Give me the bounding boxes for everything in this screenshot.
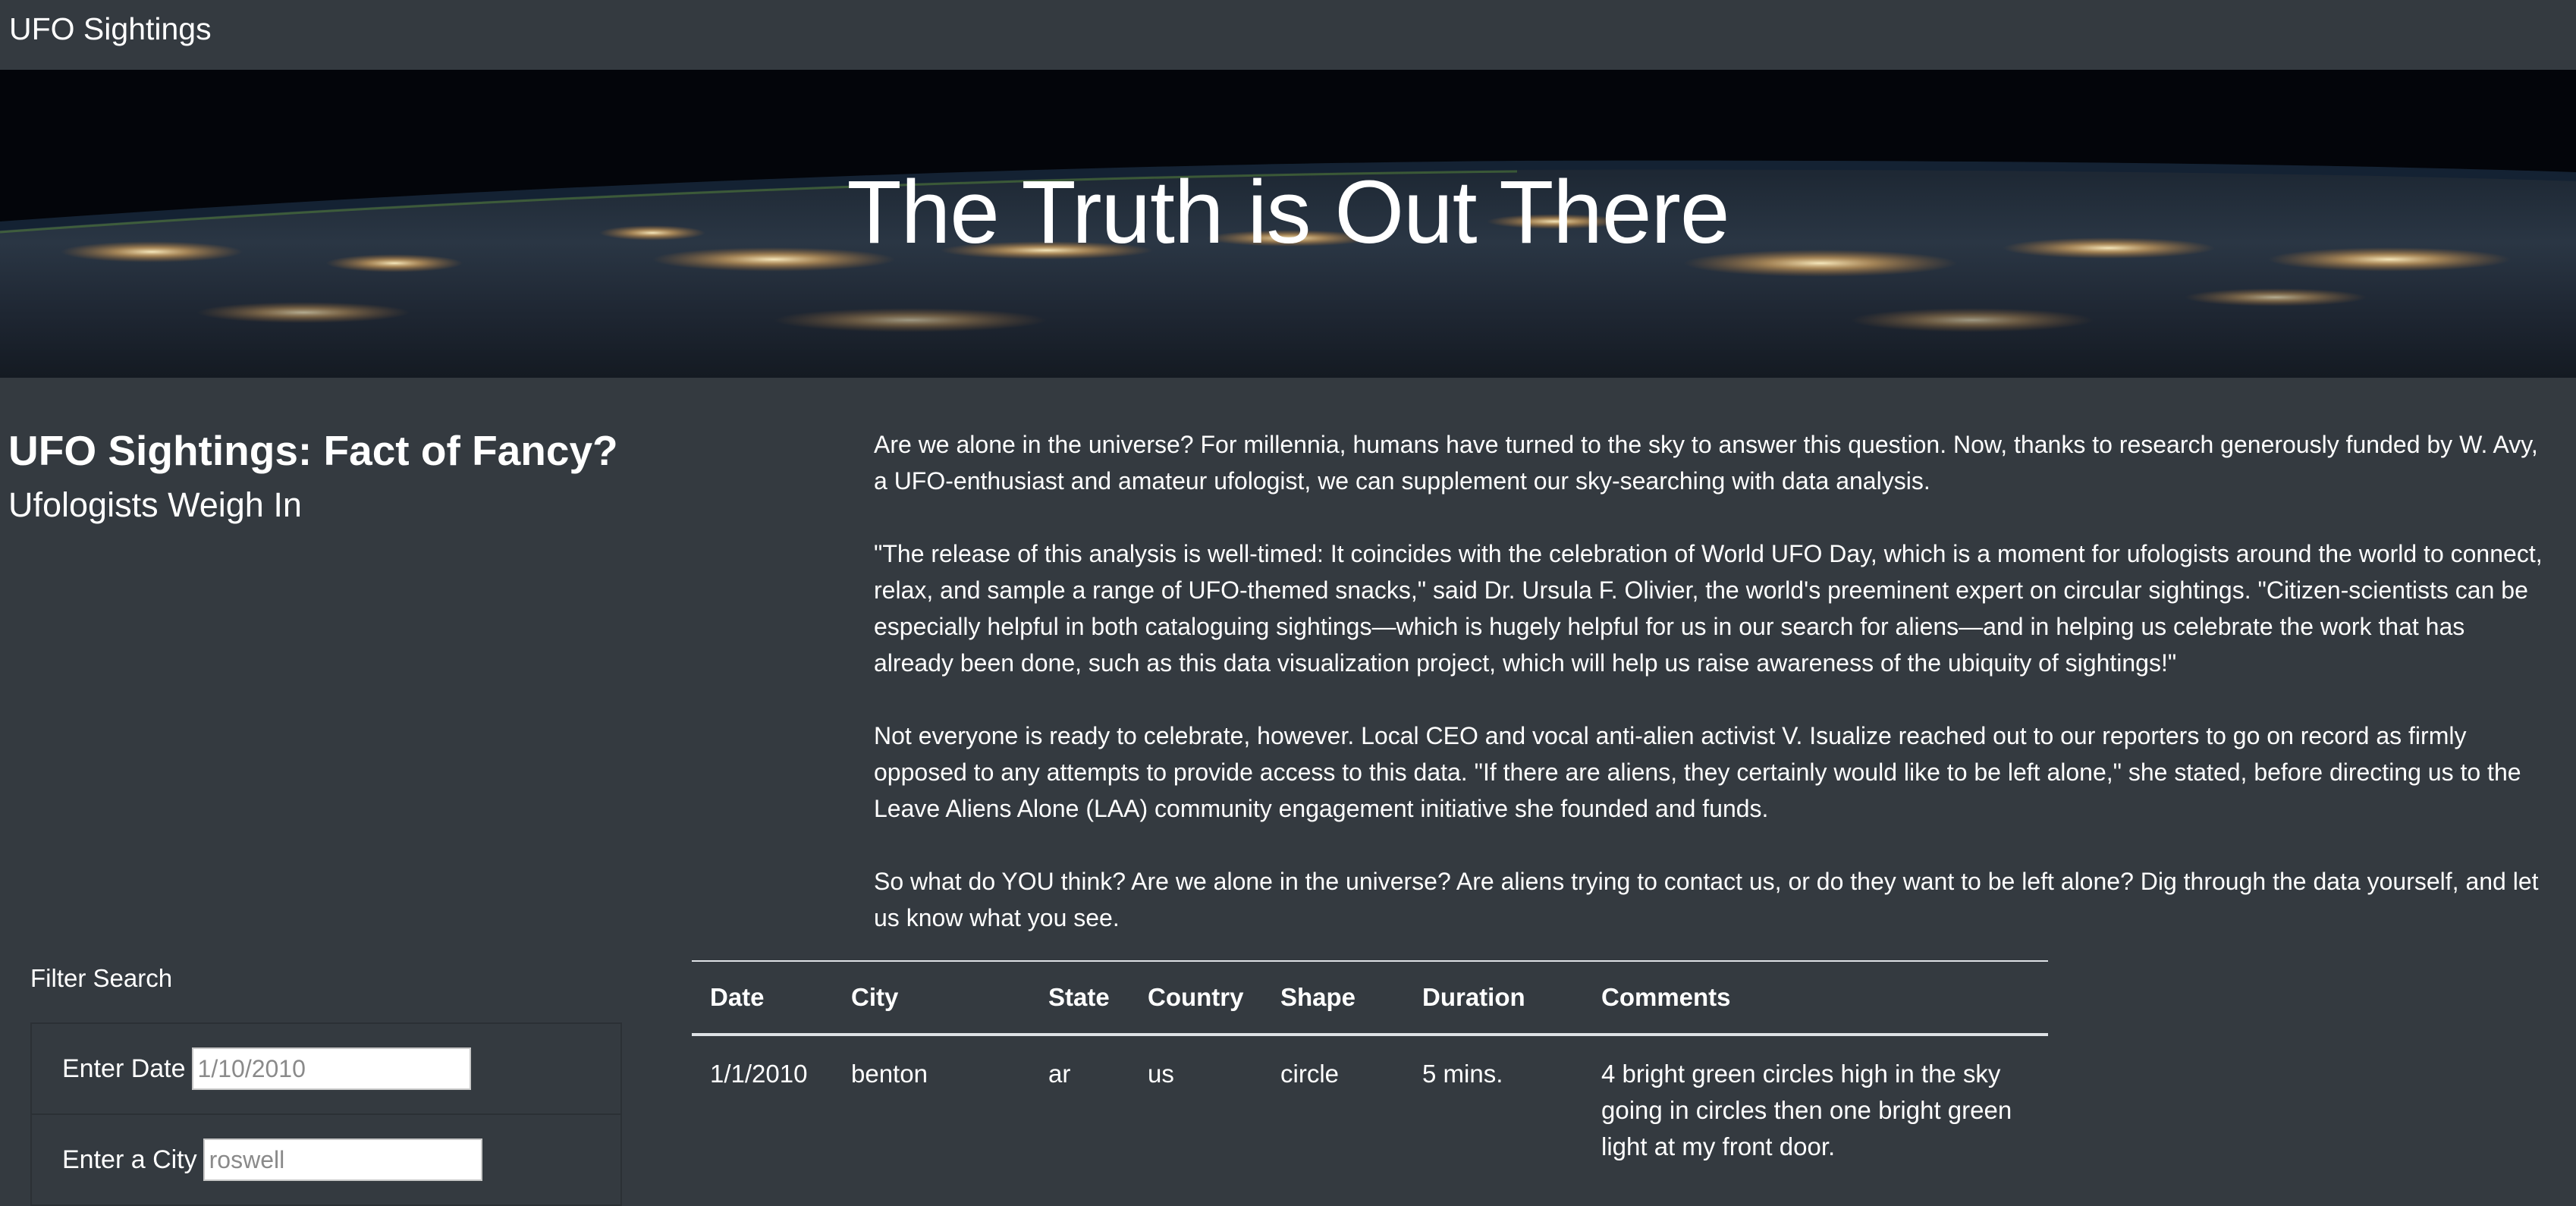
header-duration: Duration bbox=[1404, 960, 1583, 1036]
article-title-main: UFO Sightings: Fact of Fancy? bbox=[8, 427, 618, 474]
brand-link[interactable]: UFO Sightings bbox=[9, 8, 212, 50]
filter-list: Enter Date Enter a City bbox=[30, 1022, 622, 1206]
header-city: City bbox=[833, 960, 1030, 1036]
cell-duration: 5 mins. bbox=[1422, 1060, 1503, 1088]
paragraph-2: "The release of this analysis is well-ti… bbox=[874, 540, 2543, 677]
hero-banner: The Truth is Out There bbox=[0, 70, 2576, 378]
city-label: Enter a City bbox=[62, 1145, 197, 1174]
filter-item-date: Enter Date bbox=[30, 1024, 622, 1115]
filter-item-city: Enter a City bbox=[30, 1115, 622, 1206]
navbar: UFO Sightings bbox=[0, 0, 2576, 70]
city-input[interactable] bbox=[203, 1138, 482, 1181]
header-date: Date bbox=[692, 960, 833, 1036]
date-input[interactable] bbox=[191, 1047, 471, 1090]
paragraph-1: Are we alone in the universe? For millen… bbox=[874, 431, 2538, 495]
header-state: State bbox=[1030, 960, 1129, 1036]
cell-shape: circle bbox=[1280, 1060, 1340, 1088]
header-shape: Shape bbox=[1262, 960, 1404, 1036]
table-header-row: Date City State Country Shape Duration C… bbox=[692, 960, 2048, 1036]
header-country: Country bbox=[1129, 960, 1262, 1036]
article-body: Are we alone in the universe? For millen… bbox=[874, 426, 2543, 972]
cell-state: ar bbox=[1048, 1060, 1071, 1088]
cell-country: us bbox=[1148, 1060, 1174, 1088]
article-title: UFO Sightings: Fact of Fancy? Ufologists… bbox=[8, 425, 767, 531]
paragraph-3: Not everyone is ready to celebrate, howe… bbox=[874, 722, 2521, 822]
hero-title: The Truth is Out There bbox=[847, 162, 1730, 262]
date-label: Enter Date bbox=[62, 1054, 186, 1083]
paragraph-4: So what do YOU think? Are we alone in th… bbox=[874, 868, 2539, 931]
table-row: 1/1/2010 benton ar us circle 5 mins. 4 b… bbox=[692, 1035, 2048, 1180]
article-subtitle: Ufologists Weigh In bbox=[8, 485, 302, 524]
cell-city: benton bbox=[851, 1060, 928, 1088]
ufo-table: Date City State Country Shape Duration C… bbox=[692, 960, 2048, 1180]
filter-search-heading: Filter Search bbox=[30, 964, 173, 992]
cell-comments: 4 bright green circles high in the sky g… bbox=[1601, 1060, 2012, 1160]
cell-date: 1/1/2010 bbox=[710, 1060, 808, 1088]
header-comments: Comments bbox=[1583, 960, 2048, 1036]
